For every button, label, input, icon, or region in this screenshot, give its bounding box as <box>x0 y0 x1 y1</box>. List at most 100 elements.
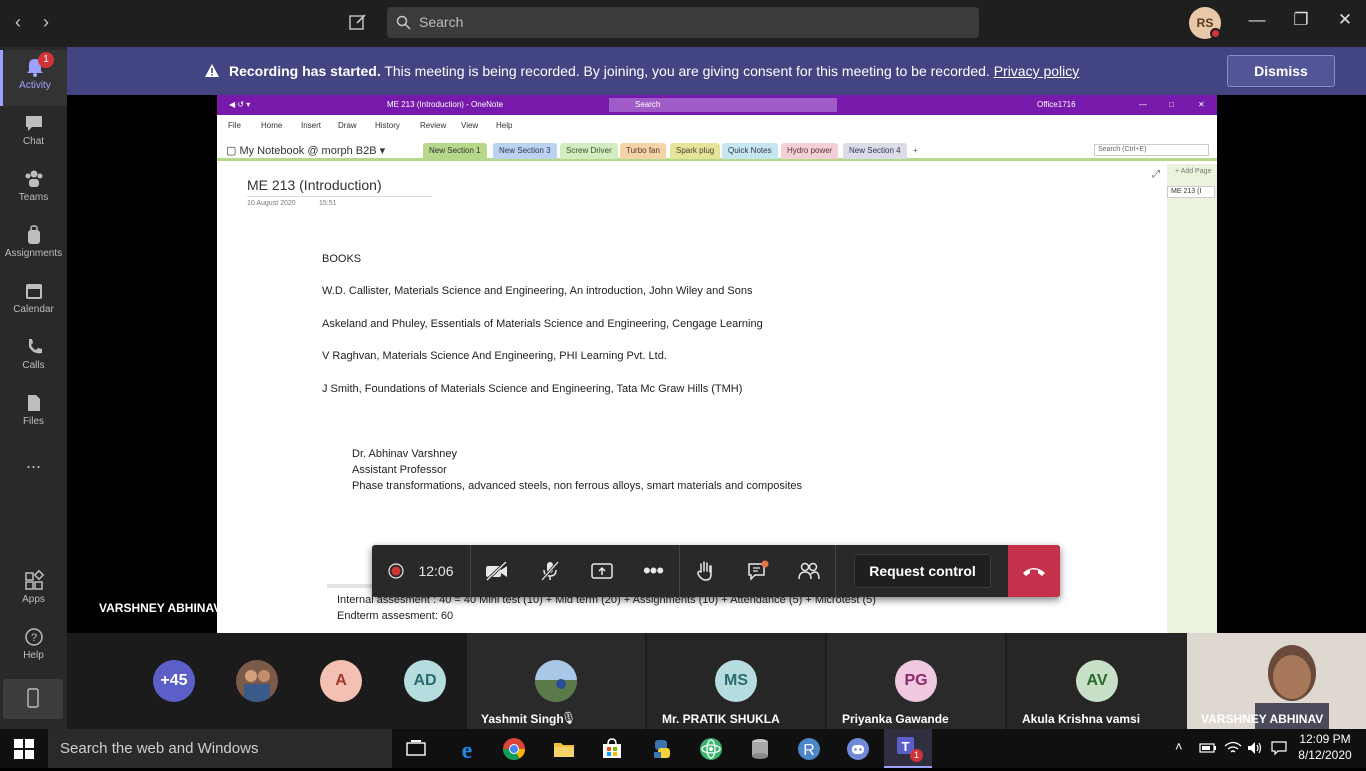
device-button[interactable] <box>3 679 63 719</box>
share-screen-button[interactable] <box>587 545 617 597</box>
expand-icon: ⤢ <box>1152 169 1160 180</box>
rail-item-calls[interactable]: Calls <box>0 330 67 386</box>
rail-item-help[interactable]: ? Help <box>0 620 67 676</box>
windows-start-icon[interactable] <box>14 739 34 764</box>
onenote-restore-icon: □ <box>1169 100 1174 109</box>
database-icon[interactable] <box>746 735 774 763</box>
restore-icon[interactable]: ❐ <box>1290 10 1312 34</box>
r-icon[interactable]: R <box>795 735 823 763</box>
divider <box>679 545 680 597</box>
clock-date: 8/12/2020 <box>1298 748 1352 762</box>
back-arrow-icon[interactable]: ‹ <box>8 12 28 33</box>
notification-icon[interactable] <box>1270 740 1288 761</box>
rail-label: Activity <box>19 80 51 91</box>
section-tab: Turbo fan <box>620 143 666 159</box>
battery-icon[interactable] <box>1199 740 1217 761</box>
rail-item-activity[interactable]: Activity <box>0 50 67 106</box>
search-input[interactable]: Search <box>387 7 979 38</box>
wifi-icon[interactable] <box>1224 740 1242 761</box>
participant-name: Yashmit Singh <box>481 712 564 726</box>
close-icon[interactable]: ✕ <box>1334 10 1356 34</box>
avatar <box>535 660 577 702</box>
onenote-back-icon: ◀ ↺ ▾ <box>229 100 251 109</box>
chevron-up-icon[interactable]: ˄ <box>1175 739 1183 754</box>
edge-icon[interactable]: e <box>453 735 481 764</box>
forward-arrow-icon[interactable]: › <box>36 12 56 33</box>
chrome-icon[interactable] <box>500 735 528 763</box>
instructor-research: Phase transformations, advanced steels, … <box>352 480 802 492</box>
request-control-button[interactable]: Request control <box>854 554 991 588</box>
rail-item-calendar[interactable]: Calendar <box>0 274 67 330</box>
rail-item-chat[interactable]: Chat <box>0 106 67 162</box>
onenote-search: Search <box>609 98 837 112</box>
svg-text:e: e <box>462 738 473 763</box>
add-page: + Add Page <box>1175 168 1212 175</box>
participant-tile[interactable]: AD <box>400 633 450 729</box>
rail-item-apps[interactable]: Apps <box>0 564 67 620</box>
privacy-policy-link[interactable]: Privacy policy <box>994 63 1080 79</box>
participant-tile[interactable]: A <box>316 633 366 729</box>
more-actions-icon[interactable]: ••• <box>638 545 668 597</box>
add-section-tab: + <box>913 146 918 155</box>
rail-item-files[interactable]: Files <box>0 386 67 442</box>
participant-tile[interactable]: Yashmit Singh 🎙 <box>467 633 645 729</box>
onenote-pages-pane: + Add Page ME 213 (I <box>1167 164 1217 633</box>
windows-search-box[interactable]: Search the web and Windows <box>48 729 392 768</box>
book-entry: J Smith, Foundations of Materials Scienc… <box>322 383 743 395</box>
more-apps-icon[interactable]: ... <box>0 452 67 482</box>
overflow-participants[interactable]: +45 <box>150 633 198 729</box>
file-explorer-icon[interactable] <box>550 735 578 763</box>
participant-video-tile[interactable]: VARSHNEY ABHINAV <box>1187 633 1366 729</box>
divider <box>835 545 836 597</box>
chat-button[interactable] <box>743 545 773 597</box>
menu-home: Home <box>261 121 283 130</box>
task-view-icon[interactable] <box>402 735 430 763</box>
page-date: 10 August 2020 <box>247 200 296 207</box>
rail-label: Chat <box>22 136 45 147</box>
participant-tile[interactable]: MS Mr. PRATIK SHUKLA <box>647 633 825 729</box>
share-icon <box>591 563 613 579</box>
mute-button[interactable] <box>535 545 565 597</box>
rail-item-assignments[interactable]: Assignments <box>0 218 67 274</box>
teams-taskbar-button[interactable]: T 1 <box>884 729 932 768</box>
camera-off-button[interactable] <box>482 545 512 597</box>
recording-banner: Recording has started. This meeting is b… <box>67 47 1366 95</box>
phone-icon <box>28 339 42 354</box>
rail-label: Calendar <box>13 304 54 315</box>
hang-up-button[interactable] <box>1008 545 1060 597</box>
onenote-account: Office1716 <box>1037 100 1076 109</box>
dismiss-button[interactable]: Dismiss <box>1227 55 1335 87</box>
python-icon[interactable] <box>648 735 676 763</box>
participant-tile[interactable]: AV Akula Krishna vamsi <box>1007 633 1187 729</box>
endterm-line: Endterm assesment: 60 <box>337 610 454 622</box>
calendar-icon <box>25 284 42 299</box>
discord-icon[interactable] <box>844 735 872 763</box>
people-icon <box>798 562 820 580</box>
call-timer: 12:06 <box>418 563 454 579</box>
call-controls: 12:06 ••• Request control <box>372 545 1060 597</box>
rail-label: Assignments <box>4 248 63 259</box>
participant-tile[interactable]: PG Priyanka Gawande <box>827 633 1005 729</box>
volume-icon[interactable] <box>1246 740 1264 761</box>
taskbar-clock[interactable]: 12:09 PM 8/12/2020 <box>1294 731 1356 763</box>
section-tab: Screw Driver <box>560 143 618 159</box>
avatar <box>236 660 278 702</box>
rail-item-teams[interactable]: Teams <box>0 162 67 218</box>
atom-icon[interactable] <box>697 735 725 763</box>
page-title: ME 213 (Introduction) <box>247 177 432 197</box>
status-badge <box>1210 28 1221 39</box>
section-tab: New Section 3 <box>493 143 557 159</box>
books-heading: BOOKS <box>322 253 362 265</box>
onenote-window-title: ME 213 (Introduction) - OneNote <box>387 100 504 109</box>
raise-hand-button[interactable] <box>690 545 720 597</box>
compose-icon[interactable] <box>348 12 370 34</box>
participant-name: Mr. PRATIK SHUKLA <box>662 712 780 726</box>
book-entry: W.D. Callister, Materials Science and En… <box>322 285 753 297</box>
participant-tile[interactable] <box>232 633 282 729</box>
minimize-icon[interactable]: — <box>1246 10 1268 34</box>
avatar: AV <box>1076 660 1118 702</box>
participants-button[interactable] <box>794 545 824 597</box>
avatar: PG <box>895 660 937 702</box>
store-icon[interactable] <box>598 735 626 763</box>
section-tab: Spark plug <box>670 143 721 159</box>
